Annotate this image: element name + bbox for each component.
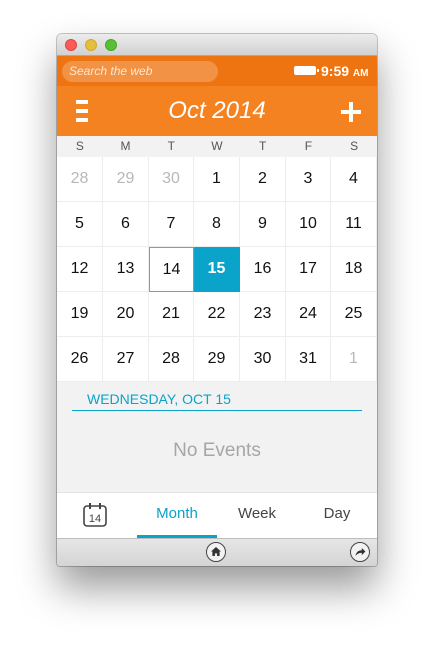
calendar-day[interactable]: 30 [240,337,286,382]
weekday-label: T [167,139,175,153]
calendar-day[interactable]: 2 [240,157,286,202]
tab-week[interactable]: Week [217,493,297,538]
weekday-label: F [304,139,313,153]
calendar-day[interactable]: 18 [331,247,377,292]
browser-toolbar [57,538,377,566]
menu-icon[interactable] [76,100,89,122]
calendar-day[interactable]: 17 [286,247,331,292]
calendar-day[interactable]: 19 [57,292,103,337]
calendar-today-icon[interactable]: 14 [83,502,107,527]
calendar-day[interactable]: 16 [240,247,286,292]
calendar-day[interactable]: 30 [149,157,194,202]
month-title: Oct 2014 [168,97,266,124]
calendar-day[interactable]: 26 [57,337,103,382]
calendar-day[interactable]: 11 [331,202,377,247]
calendar-day[interactable]: 1 [331,337,377,382]
calendar-day[interactable]: 8 [194,202,240,247]
tab-month[interactable]: Month [137,493,217,538]
calendar-day[interactable]: 21 [149,292,194,337]
calendar-day[interactable]: 23 [240,292,286,337]
no-events-message: No Events [173,440,261,461]
calendar-day[interactable]: 22 [194,292,240,337]
calendar-day[interactable]: 20 [103,292,149,337]
calendar-day[interactable]: 6 [103,202,149,247]
calendar-day[interactable]: 4 [331,157,377,202]
calendar-day[interactable]: 27 [103,337,149,382]
calendar-day[interactable]: 29 [194,337,240,382]
calendar-day[interactable]: 13 [103,247,149,292]
window-close-button[interactable] [65,39,77,51]
window-minimize-button[interactable] [85,39,97,51]
today-icon-number: 14 [89,513,101,525]
app-header: Oct 2014 [57,86,377,136]
calendar-day[interactable]: 29 [103,157,149,202]
calendar-day[interactable]: 28 [149,337,194,382]
calendar-day[interactable]: 31 [286,337,331,382]
calendar-day[interactable]: 9 [240,202,286,247]
calendar-day-today[interactable]: 14 [149,247,194,292]
web-search-input[interactable]: Search the web [62,61,218,82]
calendar-day[interactable]: 12 [57,247,103,292]
weekday-header: S M T W T F S [57,136,377,157]
app-window: Search the web 9:59 AM Oct 2014 S M T W … [57,34,377,566]
clock-time: 9:59 [321,63,350,79]
battery-icon [294,66,319,75]
view-tab-bar: 14 Month Week Day [57,492,377,538]
calendar-day[interactable]: 1 [194,157,240,202]
selected-day-heading: WEDNESDAY, OCT 15 [72,387,362,411]
weekday-label: M [120,139,131,153]
calendar-day[interactable]: 10 [286,202,331,247]
calendar-grid: 28 29 30 1 2 3 4 5 6 7 8 9 10 11 12 13 14 15 16 17 18 19 20 21 2… [57,157,377,382]
window-titlebar [57,34,377,56]
calendar-day[interactable]: 5 [57,202,103,247]
calendar-day[interactable]: 28 [57,157,103,202]
calendar-day[interactable]: 7 [149,202,194,247]
tab-day[interactable]: Day [297,493,377,538]
clock-ampm: AM [352,68,369,79]
status-clock: 9:59 AM [321,63,368,79]
share-icon[interactable] [350,542,370,562]
weekday-label: S [350,139,359,153]
home-icon[interactable] [206,542,226,562]
events-panel: WEDNESDAY, OCT 15 No Events [57,382,377,492]
status-bar: Search the web 9:59 AM [57,56,377,86]
plus-icon[interactable] [341,102,361,122]
weekday-label: W [211,139,223,153]
window-maximize-button[interactable] [105,39,117,51]
weekday-label: T [258,139,267,153]
calendar-day-selected[interactable]: 15 [194,247,240,292]
calendar-day[interactable]: 3 [286,157,331,202]
calendar-day[interactable]: 25 [331,292,377,337]
weekday-label: S [75,139,84,153]
calendar-day[interactable]: 24 [286,292,331,337]
